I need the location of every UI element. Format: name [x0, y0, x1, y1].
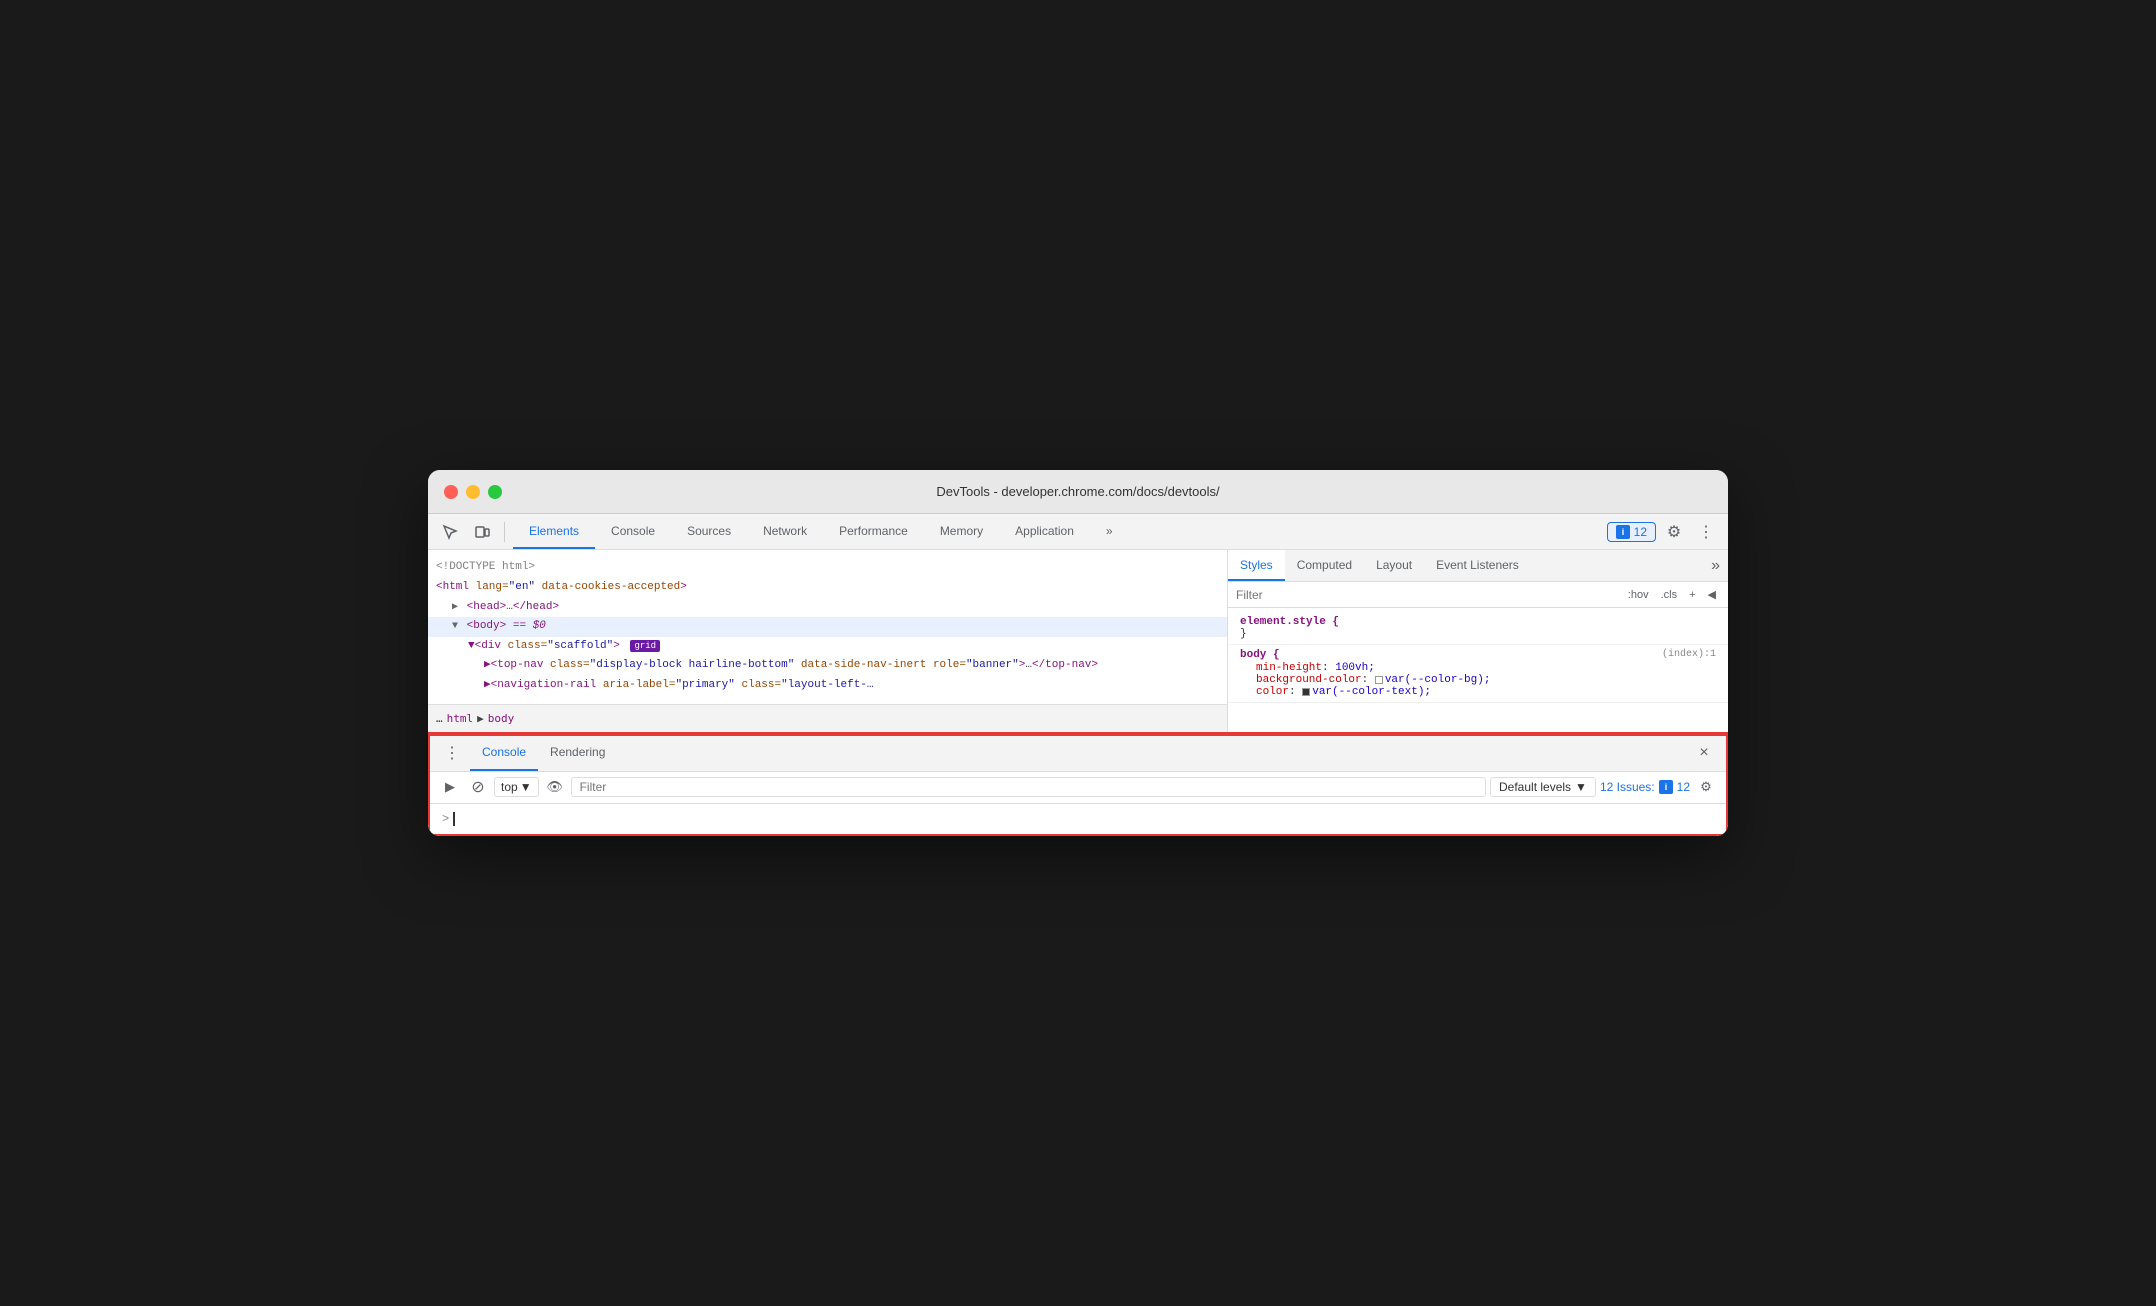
dom-html[interactable]: <html lang="en" data-cookies-accepted> [428, 578, 1227, 598]
tab-computed[interactable]: Computed [1285, 550, 1364, 581]
dom-doctype: <!DOCTYPE html> [428, 558, 1227, 578]
show-live-expressions-button[interactable]: 👁 [543, 775, 567, 799]
dom-head[interactable]: ▶ <head>…</head> [428, 598, 1227, 618]
style-prop-min-height: min-height: 100vh; [1240, 662, 1716, 674]
window-title: DevTools - developer.chrome.com/docs/dev… [936, 484, 1219, 499]
breadcrumb-bar: … html ▶ body [428, 704, 1227, 732]
console-filter-input[interactable] [571, 777, 1486, 797]
clear-console-button[interactable]: ▶ [438, 775, 462, 799]
elements-panel: <!DOCTYPE html> <html lang="en" data-coo… [428, 550, 1228, 731]
filter-messages-button[interactable]: ⊘ [466, 775, 490, 799]
inspect-element-icon[interactable] [436, 518, 464, 546]
tab-performance[interactable]: Performance [823, 514, 924, 549]
style-origin: (index):1 [1662, 649, 1716, 660]
styles-panel: Styles Computed Layout Event Listeners » [1228, 550, 1728, 731]
close-button[interactable] [444, 485, 458, 499]
tab-network[interactable]: Network [747, 514, 823, 549]
filter-actions: :hov .cls + ◀ [1624, 586, 1720, 603]
console-issues-badge[interactable]: 12 Issues: i 12 [1600, 780, 1690, 794]
console-prompt: > [442, 812, 449, 826]
svg-text:i: i [1621, 527, 1624, 537]
close-drawer-button[interactable]: × [1690, 739, 1718, 767]
element-style-selector: element.style { [1240, 616, 1716, 628]
dom-top-nav[interactable]: ▶<top-nav class="display-block hairline-… [428, 656, 1227, 676]
console-cursor [453, 812, 455, 826]
dom-body[interactable]: ▼ <body> == $0 [428, 617, 1227, 637]
tab-layout[interactable]: Layout [1364, 550, 1424, 581]
devtools-toolbar: Elements Console Sources Network Perform… [428, 514, 1728, 550]
drawer-tabs: Console Rendering [470, 736, 617, 771]
styles-tabs-more[interactable]: » [1703, 557, 1728, 575]
more-options-icon[interactable]: ⋮ [1692, 518, 1720, 546]
issues-badge[interactable]: i 12 [1607, 522, 1656, 542]
add-style-rule-button[interactable]: + [1685, 587, 1699, 603]
color-swatch [1302, 688, 1310, 696]
minimize-button[interactable] [466, 485, 480, 499]
dom-div-scaffold[interactable]: ▼<div class="scaffold"> grid [428, 637, 1227, 657]
tab-sources[interactable]: Sources [671, 514, 747, 549]
drawer-tab-rendering[interactable]: Rendering [538, 736, 617, 771]
traffic-lights [444, 485, 502, 499]
context-dropdown-icon: ▼ [520, 780, 532, 794]
tab-event-listeners[interactable]: Event Listeners [1424, 550, 1531, 581]
console-drawer-wrapper: ⋮ Console Rendering × ▶ ⊘ top ▼ [428, 732, 1728, 836]
more-tabs-button[interactable]: » [1090, 514, 1129, 549]
top-context-selector[interactable]: top ▼ [494, 777, 539, 797]
styles-filter-input[interactable] [1236, 588, 1616, 602]
svg-text:i: i [1664, 782, 1667, 792]
devtools-tabs: Elements Console Sources Network Perform… [513, 514, 1603, 549]
issues-icon: i [1616, 525, 1630, 539]
style-prop-color: color: var(--color-text); [1240, 686, 1716, 698]
element-style-close: } [1240, 628, 1716, 640]
title-bar: DevTools - developer.chrome.com/docs/dev… [428, 470, 1728, 514]
default-levels-button[interactable]: Default levels ▼ [1490, 777, 1596, 797]
drawer-tab-console[interactable]: Console [470, 736, 538, 771]
tab-console[interactable]: Console [595, 514, 671, 549]
main-content: <!DOCTYPE html> <html lang="en" data-coo… [428, 550, 1728, 731]
drawer-menu-icon[interactable]: ⋮ [438, 739, 466, 767]
tab-application[interactable]: Application [999, 514, 1090, 549]
toolbar-separator [504, 522, 505, 542]
drawer-header: ⋮ Console Rendering × [430, 736, 1726, 772]
default-levels-dropdown-icon: ▼ [1575, 780, 1587, 794]
console-settings-icon[interactable]: ⚙ [1694, 775, 1718, 799]
element-style-section: element.style { } [1228, 612, 1728, 645]
breadcrumb-html[interactable]: html [447, 712, 474, 725]
console-toolbar: ▶ ⊘ top ▼ 👁 Default levels ▼ 12 Issues: … [430, 772, 1726, 804]
body-style-section: body { (index):1 min-height: 100vh; back… [1228, 645, 1728, 703]
device-toolbar-icon[interactable] [468, 518, 496, 546]
tab-elements[interactable]: Elements [513, 514, 595, 549]
bg-color-swatch [1375, 676, 1383, 684]
dom-nav-rail[interactable]: ▶<navigation-rail aria-label="primary" c… [428, 676, 1227, 696]
hov-button[interactable]: :hov [1624, 587, 1653, 603]
styles-tabs: Styles Computed Layout Event Listeners » [1228, 550, 1728, 582]
toolbar-right: i 12 ⚙ ⋮ [1607, 518, 1720, 546]
cls-button[interactable]: .cls [1657, 587, 1682, 603]
settings-icon[interactable]: ⚙ [1660, 518, 1688, 546]
devtools-window: DevTools - developer.chrome.com/docs/dev… [428, 470, 1728, 835]
fullscreen-button[interactable] [488, 485, 502, 499]
breadcrumb-body[interactable]: body [488, 712, 515, 725]
console-drawer: ⋮ Console Rendering × ▶ ⊘ top ▼ [430, 734, 1726, 834]
tab-styles[interactable]: Styles [1228, 550, 1285, 581]
tab-memory[interactable]: Memory [924, 514, 999, 549]
dom-tree: <!DOCTYPE html> <html lang="en" data-coo… [428, 550, 1227, 703]
style-prop-bg-color: background-color: var(--color-bg); [1240, 674, 1716, 686]
filter-bar: :hov .cls + ◀ [1228, 582, 1728, 608]
console-input-area[interactable]: > [430, 804, 1726, 834]
color-scheme-icon[interactable]: ◀ [1704, 586, 1720, 603]
devtools-panel: Elements Console Sources Network Perform… [428, 514, 1728, 835]
console-issues-icon: i [1659, 780, 1673, 794]
styles-content: element.style { } body { (index):1 min-h… [1228, 608, 1728, 731]
